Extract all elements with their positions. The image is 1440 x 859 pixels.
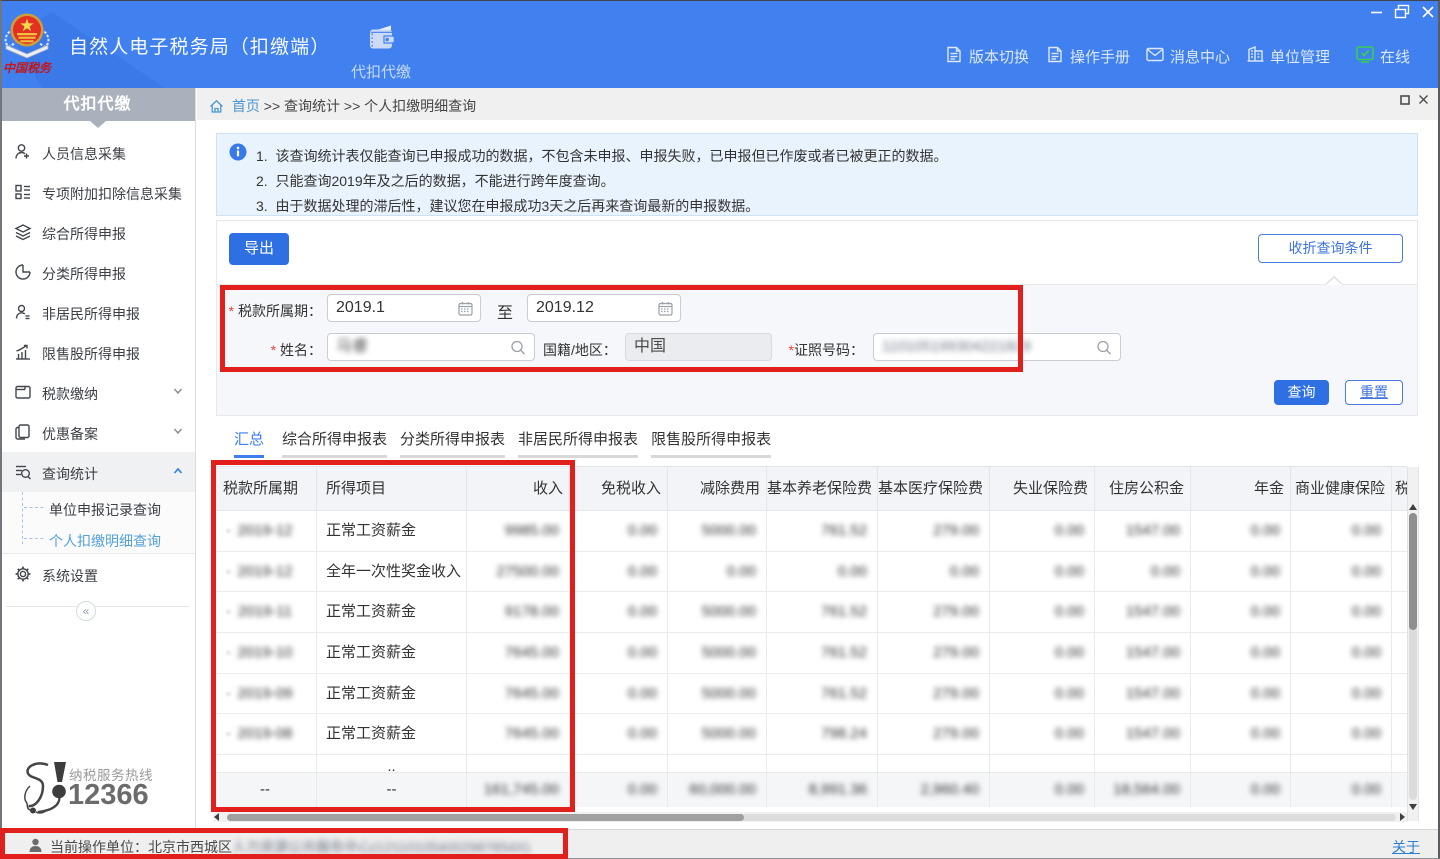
svg-text:中国税务: 中国税务 (3, 61, 52, 75)
